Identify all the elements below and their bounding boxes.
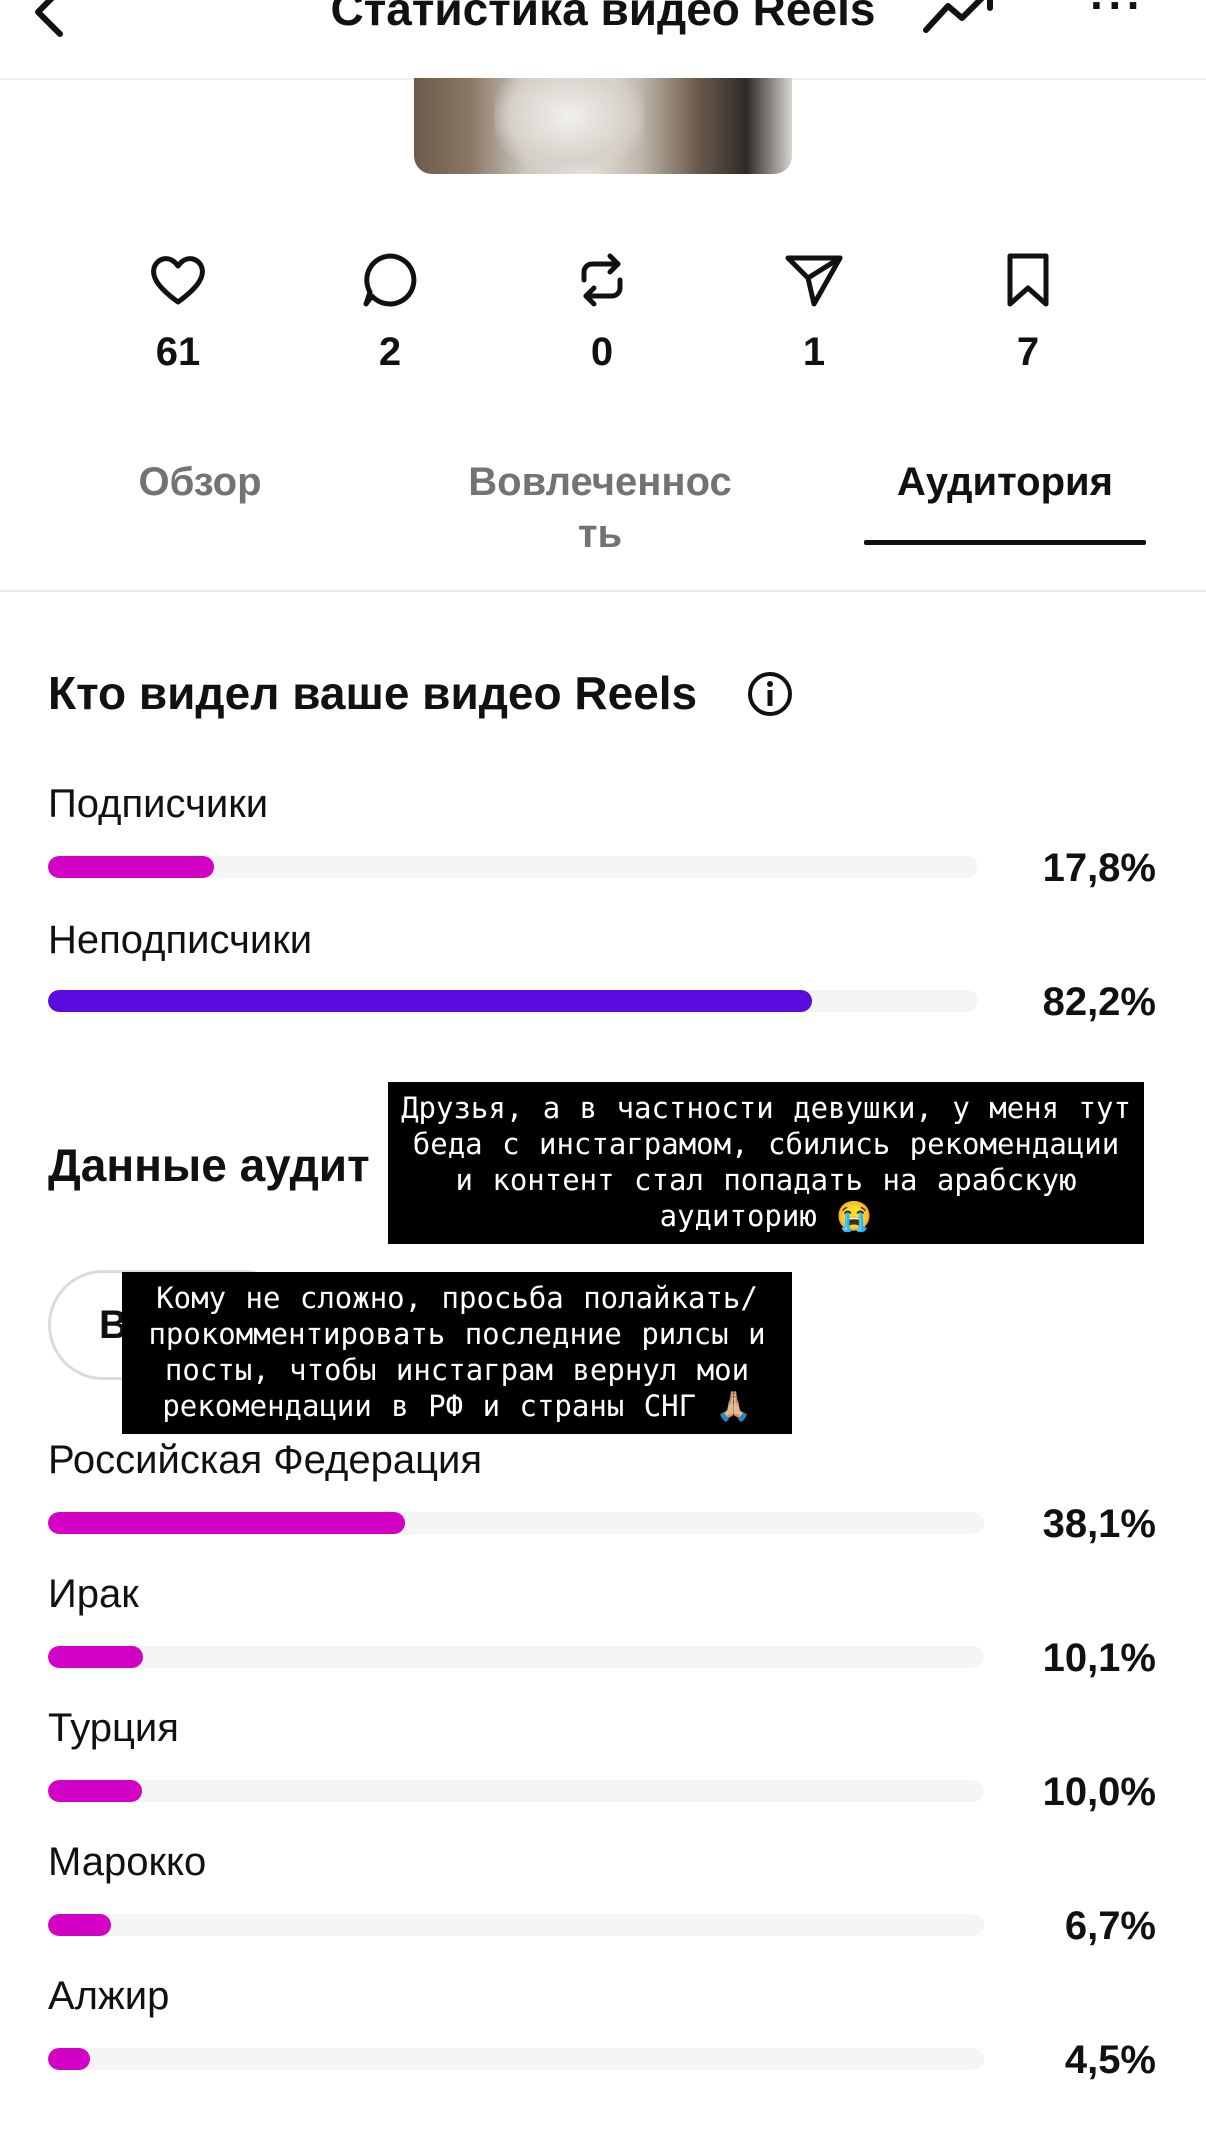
- stats-tabs: Обзор Вовлеченнос ть Аудитория: [0, 448, 1206, 592]
- country-label: Ирак: [48, 1572, 139, 1616]
- likes-stat: 61: [108, 250, 248, 375]
- thumbnail-image-detail: [494, 78, 644, 174]
- non-followers-label: Неподписчики: [48, 918, 313, 962]
- saves-stat: 7: [958, 250, 1098, 375]
- country-percent: 6,7%: [1064, 1904, 1156, 1948]
- trend-button[interactable]: [920, 0, 1000, 40]
- active-tab-indicator: [864, 540, 1146, 545]
- country-bar: [48, 1780, 984, 1802]
- country-bar: [48, 1914, 984, 1936]
- reel-thumbnail[interactable]: [414, 78, 792, 174]
- repost-icon: [581, 253, 623, 307]
- audience-section-title: Данные аудит: [48, 1139, 370, 1191]
- trending-up-icon: [923, 0, 993, 33]
- country-percent: 10,1%: [1042, 1636, 1156, 1680]
- comments-count: 2: [378, 330, 402, 374]
- followers-label: Подписчики: [48, 782, 269, 826]
- country-label: Марокко: [48, 1840, 207, 1884]
- non-followers-bar: [48, 990, 978, 1012]
- followers-bar: [48, 856, 978, 878]
- country-bar-fill: [48, 1512, 405, 1534]
- caption-overlay-2: Кому не сложно, просьба полайкать/ проко…: [122, 1272, 792, 1434]
- country-percent: 10,0%: [1042, 1770, 1156, 1814]
- tab-audience[interactable]: Аудитория: [864, 456, 1146, 508]
- page-title: Статистика видео Reels: [330, 0, 876, 35]
- country-bar-fill: [48, 1780, 142, 1802]
- tab-engagement[interactable]: Вовлеченнос ть: [440, 456, 760, 560]
- reposts-count: 0: [590, 330, 614, 374]
- tab-overview[interactable]: Обзор: [100, 456, 300, 508]
- reposts-stat: 0: [532, 250, 672, 375]
- non-followers-bar-fill: [48, 990, 812, 1012]
- saves-count: 7: [1016, 330, 1040, 374]
- share-icon: [785, 255, 843, 307]
- more-options-button[interactable]: ···: [1090, 0, 1145, 32]
- comments-stat: 2: [320, 250, 460, 375]
- country-bar-fill: [48, 2048, 90, 2070]
- country-bar: [48, 1646, 984, 1668]
- bookmark-icon: [1007, 253, 1049, 307]
- shares-stat: 1: [744, 250, 884, 375]
- followers-bar-fill: [48, 856, 214, 878]
- country-percent: 38,1%: [1042, 1502, 1156, 1546]
- country-bar: [48, 2048, 984, 2070]
- engagement-stats: 61 2 0 1 7: [0, 250, 1206, 390]
- heart-icon: [151, 256, 205, 305]
- likes-count: 61: [155, 330, 201, 374]
- country-bar-fill: [48, 1914, 111, 1936]
- followers-percent: 17,8%: [1042, 846, 1156, 890]
- country-label: Турция: [48, 1706, 179, 1750]
- country-bar-fill: [48, 1646, 143, 1668]
- country-label: Российская Федерация: [48, 1438, 483, 1482]
- top-bar: Статистика видео Reels ···: [0, 0, 1206, 80]
- info-icon[interactable]: [746, 670, 794, 718]
- comment-icon: [363, 253, 417, 307]
- country-label: Алжир: [48, 1974, 170, 2018]
- non-followers-percent: 82,2%: [1042, 980, 1156, 1024]
- caption-overlay-1: Друзья, а в частности девушки, у меня ту…: [388, 1082, 1144, 1244]
- country-percent: 4,5%: [1064, 2038, 1156, 2082]
- viewers-section-title: Кто видел ваше видео Reels: [48, 667, 698, 719]
- country-bar: [48, 1512, 984, 1534]
- shares-count: 1: [802, 330, 826, 374]
